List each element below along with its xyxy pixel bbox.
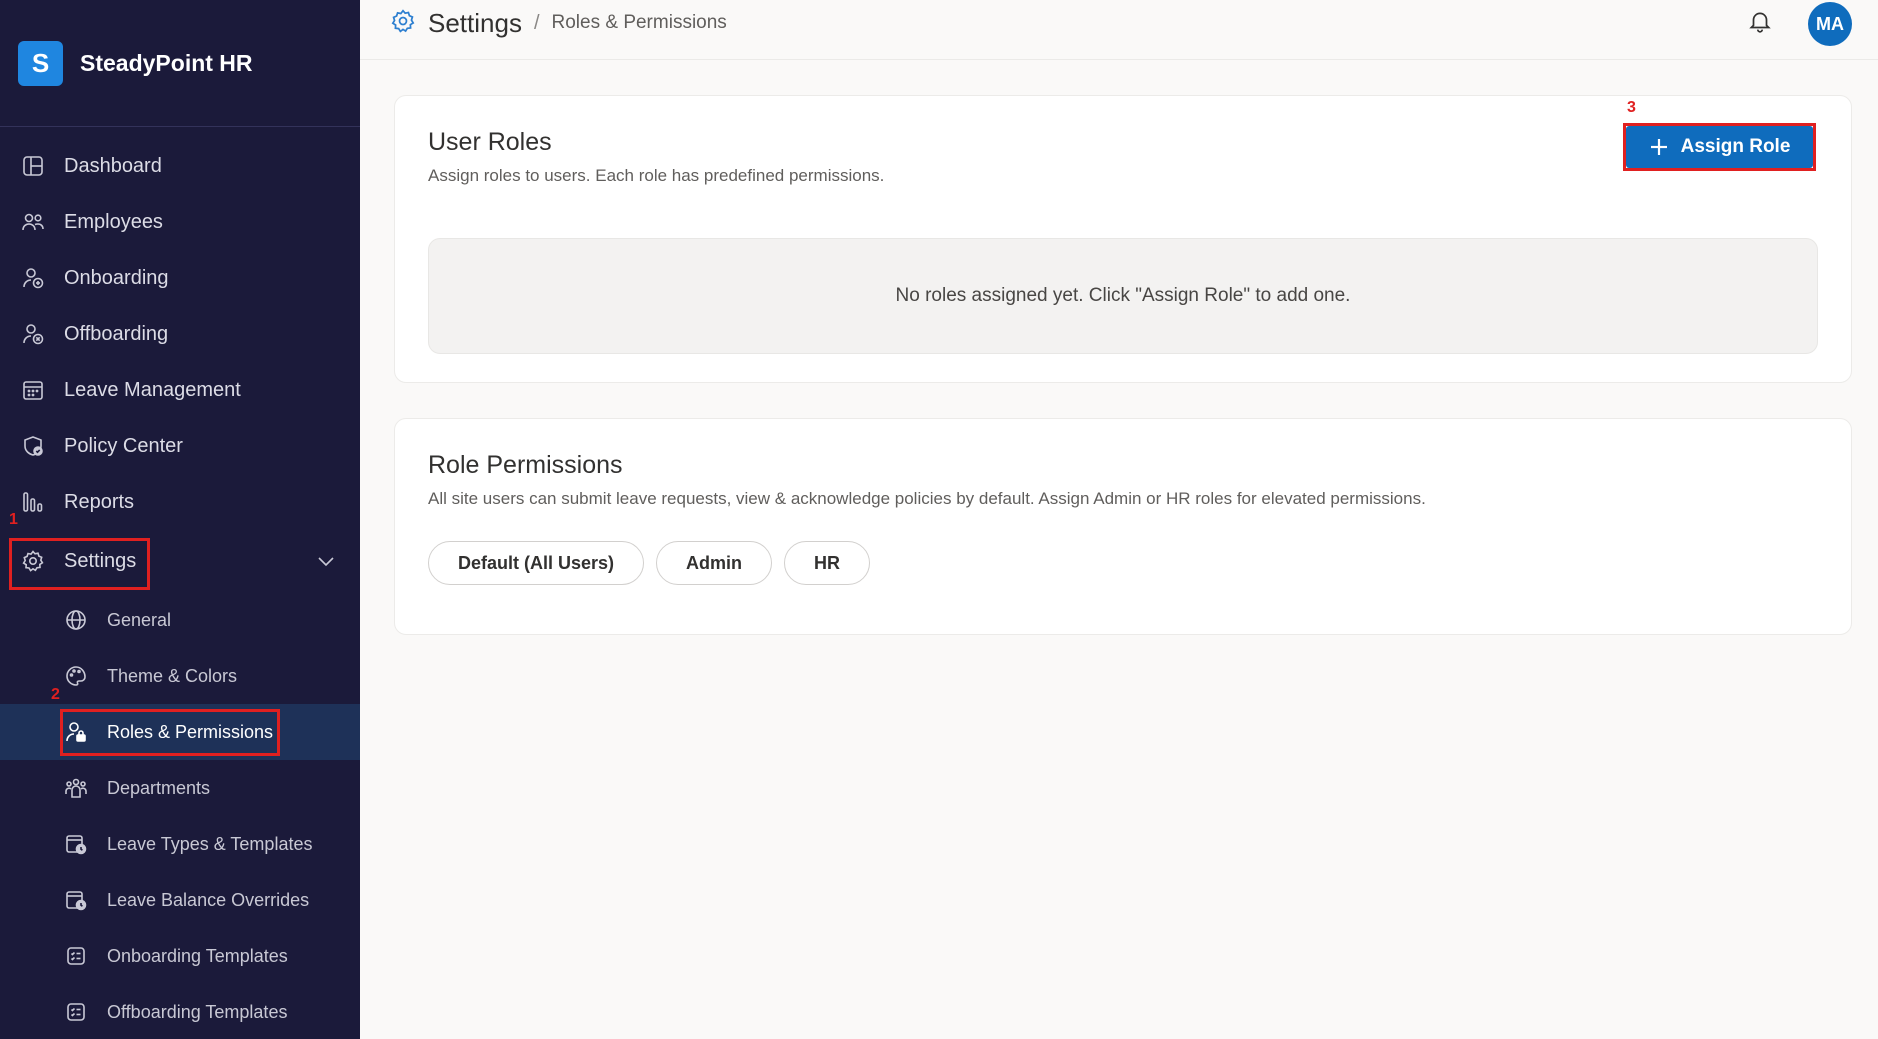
annotation-box bbox=[9, 538, 150, 590]
palette-icon bbox=[63, 663, 89, 689]
page-title[interactable]: Settings bbox=[428, 8, 522, 39]
calendar-clock-icon bbox=[63, 831, 89, 857]
brand-name: SteadyPoint HR bbox=[80, 49, 253, 76]
role-permissions-card: Role Permissions All site users can subm… bbox=[394, 418, 1852, 635]
sidebar-item-label: Leave Balance Overrides bbox=[107, 889, 310, 910]
sidebar-item-label: Reports bbox=[64, 490, 135, 513]
sidebar-item-label: Offboarding Templates bbox=[107, 1001, 288, 1022]
role-permissions-description: All site users can submit leave requests… bbox=[428, 489, 1426, 508]
sidebar-item-label: Departments bbox=[107, 777, 211, 798]
checklist-icon bbox=[63, 999, 89, 1025]
sidebar-item-label: Leave Types & Templates bbox=[107, 833, 313, 854]
sidebar-item-label: Dashboard bbox=[64, 154, 162, 177]
sidebar-item-offboarding-templates[interactable]: Offboarding Templates bbox=[0, 986, 360, 1038]
sidebar: S SteadyPoint HR Dashboard Employees Onb… bbox=[0, 0, 360, 1039]
gear-icon bbox=[390, 8, 416, 39]
empty-state: No roles assigned yet. Click "Assign Rol… bbox=[428, 238, 1818, 354]
sidebar-item-label: Leave Management bbox=[64, 378, 241, 401]
role-tab-admin[interactable]: Admin bbox=[656, 541, 773, 585]
bell-icon[interactable] bbox=[1747, 8, 1773, 34]
sidebar-item-label: Onboarding bbox=[64, 266, 169, 289]
sidebar-item-departments[interactable]: Departments bbox=[0, 762, 360, 814]
sidebar-item-general[interactable]: General bbox=[0, 594, 360, 646]
globe-icon bbox=[63, 607, 89, 633]
chevron-down-icon[interactable] bbox=[314, 549, 338, 573]
brand[interactable]: S SteadyPoint HR bbox=[0, 0, 360, 127]
user-roles-title: User Roles bbox=[428, 128, 552, 156]
role-tab-hr[interactable]: HR bbox=[784, 541, 871, 585]
annotation-box bbox=[60, 709, 280, 756]
bar-chart-icon bbox=[20, 489, 46, 515]
person-add-icon bbox=[20, 265, 46, 291]
person-remove-icon bbox=[20, 321, 46, 347]
checklist-icon bbox=[63, 943, 89, 969]
sidebar-item-onboarding[interactable]: Onboarding bbox=[0, 252, 360, 304]
sidebar-item-label: Offboarding bbox=[64, 322, 169, 345]
sidebar-item-onboarding-templates[interactable]: Onboarding Templates bbox=[0, 930, 360, 982]
sidebar-item-label: General bbox=[107, 609, 172, 630]
brand-logo: S bbox=[18, 40, 63, 86]
annotation-number: 2 bbox=[51, 686, 60, 703]
annotation-number: 1 bbox=[9, 511, 18, 528]
sidebar-item-label: Onboarding Templates bbox=[107, 945, 288, 966]
top-bar: Settings / Roles & Permissions MA bbox=[360, 0, 1878, 60]
avatar[interactable]: MA bbox=[1808, 2, 1852, 46]
sidebar-item-label: Theme & Colors bbox=[107, 665, 238, 686]
sidebar-item-leave-types-templates[interactable]: Leave Types & Templates bbox=[0, 818, 360, 870]
shield-check-icon bbox=[20, 433, 46, 459]
sidebar-item-policy-center[interactable]: Policy Center bbox=[0, 420, 360, 472]
sidebar-item-label: Policy Center bbox=[64, 434, 183, 457]
annotation-number: 3 bbox=[1627, 99, 1636, 116]
sidebar-item-leave-balance-overrides[interactable]: Leave Balance Overrides bbox=[0, 874, 360, 926]
sidebar-item-leave-management[interactable]: Leave Management bbox=[0, 364, 360, 416]
people-team-icon bbox=[63, 775, 89, 801]
sidebar-item-reports[interactable]: Reports bbox=[0, 476, 360, 528]
sidebar-item-employees[interactable]: Employees bbox=[0, 196, 360, 248]
role-tab-default[interactable]: Default (All Users) bbox=[428, 541, 645, 585]
sidebar-item-dashboard[interactable]: Dashboard bbox=[0, 140, 360, 192]
dashboard-icon bbox=[20, 153, 46, 179]
breadcrumb-separator: / bbox=[533, 11, 540, 34]
annotation-box bbox=[1623, 123, 1816, 171]
empty-state-message: No roles assigned yet. Click "Assign Rol… bbox=[895, 285, 1351, 306]
people-icon bbox=[20, 209, 46, 235]
calendar-clock-icon bbox=[63, 887, 89, 913]
breadcrumb: Settings / Roles & Permissions bbox=[390, 6, 727, 40]
sidebar-item-offboarding[interactable]: Offboarding bbox=[0, 308, 360, 360]
calendar-icon bbox=[20, 377, 46, 403]
user-roles-description: Assign roles to users. Each role has pre… bbox=[428, 166, 885, 185]
role-tabs: Default (All Users) Admin HR bbox=[428, 541, 871, 585]
role-permissions-title: Role Permissions bbox=[428, 451, 623, 479]
sidebar-item-label: Employees bbox=[64, 210, 163, 233]
breadcrumb-current: Roles & Permissions bbox=[551, 12, 727, 33]
